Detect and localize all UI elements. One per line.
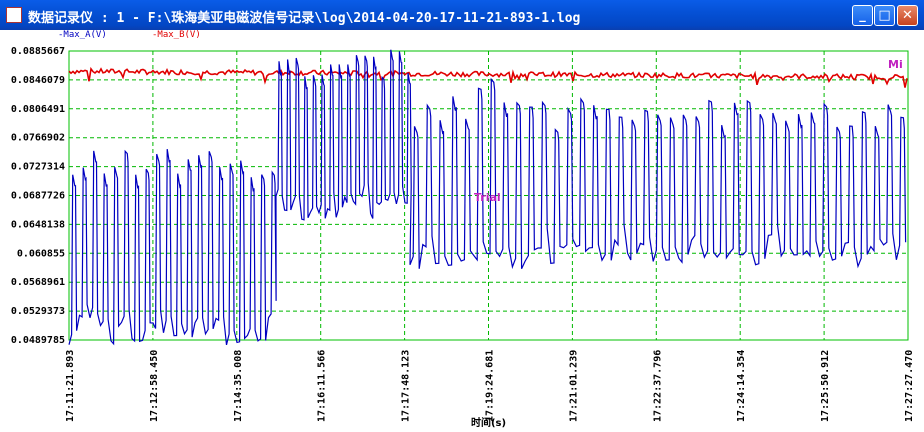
y-tick-label: 0.0766902 [11, 133, 65, 144]
app-window: 数据记录仪 : 1 - F:\珠海美亚电磁波信号记录\log\2014-04-2… [0, 0, 924, 432]
x-tick-label: 17:21:01.239 [568, 350, 579, 422]
y-tick-label: 0.0885667 [11, 46, 65, 57]
x-tick-label: 17:11:21.893 [65, 350, 76, 422]
y-tick-label: 0.0687726 [11, 191, 65, 202]
x-tick-label: 17:14:35.008 [233, 350, 244, 422]
x-tick-label: 17:22:37.796 [652, 350, 663, 422]
x-tick-label: 17:25:50.912 [820, 350, 831, 422]
x-tick-label: 17:27:27.470 [904, 350, 915, 422]
line-chart[interactable]: 0.0885667 0.0846079 0.0806491 0.0766902 0.07… [0, 0, 924, 432]
y-tick-label: 0.0846079 [11, 75, 65, 86]
x-axis-title: 时间(s) [471, 416, 506, 429]
x-tick-label: 17:17:48.123 [401, 350, 412, 422]
x-tick-label: 17:24:14.354 [736, 350, 747, 422]
y-tick-label: 0.060855 [17, 248, 65, 259]
x-tick-label: 17:16:11.566 [317, 350, 328, 422]
corner-marker: Mi [888, 58, 903, 71]
y-tick-label: 0.0529373 [11, 306, 65, 317]
y-tick-label: 0.0648138 [11, 219, 65, 230]
trial-marker: Trial [474, 191, 501, 204]
y-tick-label: 0.0806491 [11, 104, 65, 115]
y-tick-label: 0.0568961 [11, 277, 65, 288]
x-tick-label: 17:12:58.450 [149, 350, 160, 422]
y-tick-label: 0.0489785 [11, 335, 65, 346]
y-tick-label: 0.0727314 [11, 162, 65, 173]
x-tick-label: 17:19:24.681 [485, 350, 496, 422]
